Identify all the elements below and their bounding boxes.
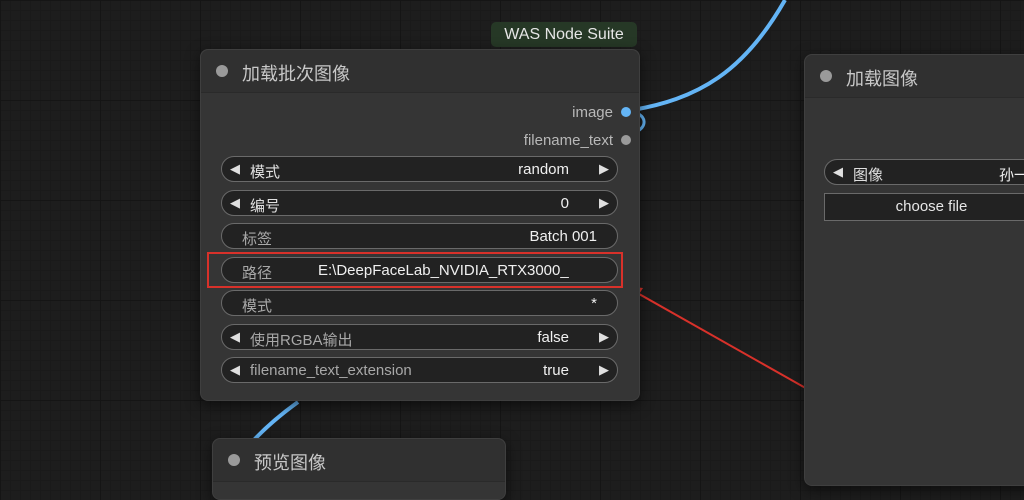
widget-label: filename_text_extension: [250, 362, 412, 379]
output-label-image: image: [572, 104, 613, 121]
collapse-dot-icon[interactable]: [820, 70, 832, 82]
mode-combo[interactable]: ◀ 模式 random ▶: [221, 156, 618, 182]
choose-file-button[interactable]: choose file: [824, 193, 1024, 221]
decrement-arrow-icon[interactable]: ◀: [230, 329, 240, 345]
widget-value: true: [543, 362, 569, 379]
increment-arrow-icon[interactable]: ▶: [599, 362, 609, 378]
decrement-arrow-icon[interactable]: ◀: [230, 195, 240, 211]
node-header[interactable]: 预览图像: [213, 439, 505, 482]
rgba-output-toggle[interactable]: ◀ 使用RGBA输出 false ▶: [221, 324, 618, 350]
output-slot-filename-text[interactable]: [621, 135, 631, 145]
widget-label: 标签: [242, 231, 273, 248]
path-highlight-box: [207, 252, 623, 288]
increment-arrow-icon[interactable]: ▶: [599, 161, 609, 177]
node-header[interactable]: 加载批次图像: [201, 50, 639, 93]
image-combo[interactable]: ◀ 图像 孙一: [824, 159, 1024, 185]
node-title: 加载批次图像: [242, 64, 350, 84]
widget-label: 使用RGBA输出: [250, 332, 353, 349]
load-batch-image-node[interactable]: 加载批次图像 image filename_text ◀ 模式 random ▶…: [200, 49, 640, 401]
node-title: 加载图像: [846, 69, 918, 89]
decrement-arrow-icon[interactable]: ◀: [230, 161, 240, 177]
index-number[interactable]: ◀ 编号 0 ▶: [221, 190, 618, 216]
increment-arrow-icon[interactable]: ▶: [599, 195, 609, 211]
load-image-node[interactable]: 加载图像: [804, 54, 1024, 486]
preview-image-node[interactable]: 预览图像: [212, 438, 506, 500]
widget-value: false: [537, 329, 569, 346]
widget-value: *: [591, 295, 597, 312]
widget-value: 0: [560, 195, 569, 212]
output-slot-image[interactable]: [621, 107, 631, 117]
label-text-field[interactable]: 标签 Batch 001: [221, 223, 618, 249]
widget-value: random: [518, 161, 569, 178]
widget-label: 模式: [242, 298, 273, 315]
collapse-dot-icon[interactable]: [228, 454, 240, 466]
pattern-text-field[interactable]: 模式 *: [221, 290, 618, 316]
node-suite-badge: WAS Node Suite: [491, 22, 637, 47]
widget-value: 孙一: [999, 167, 1024, 184]
filename-text-extension-toggle[interactable]: ◀ filename_text_extension true ▶: [221, 357, 618, 383]
image-link: [625, 0, 787, 113]
increment-arrow-icon[interactable]: ▶: [599, 329, 609, 345]
widget-label: 编号: [250, 198, 281, 215]
node-title: 预览图像: [254, 453, 326, 473]
output-label-filename-text: filename_text: [523, 132, 613, 149]
widget-value: Batch 001: [529, 228, 597, 245]
widget-label: 模式: [250, 164, 281, 181]
collapse-dot-icon[interactable]: [216, 65, 228, 77]
node-header[interactable]: 加载图像: [805, 55, 1024, 98]
widget-label: 图像: [853, 167, 884, 184]
decrement-arrow-icon[interactable]: ◀: [230, 362, 240, 378]
decrement-arrow-icon[interactable]: ◀: [833, 164, 843, 180]
